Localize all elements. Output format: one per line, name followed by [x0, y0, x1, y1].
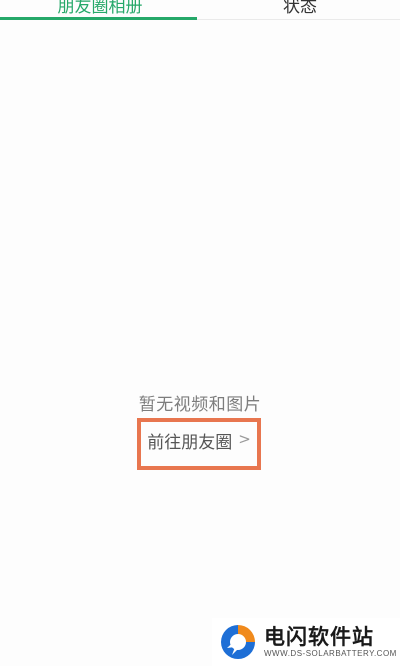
go-to-moments-link[interactable]: 前往朋友圈 >	[137, 418, 261, 470]
chevron-right-icon: >	[238, 430, 251, 448]
empty-state-message: 暂无视频和图片	[138, 395, 262, 415]
watermark-logo-icon	[221, 625, 255, 659]
watermark-title: 电闪软件站	[264, 625, 374, 649]
active-tab-indicator	[0, 17, 197, 20]
tab-status-label: 状态	[283, 0, 317, 17]
site-watermark: 电闪软件站 WWW.DS-SOLARBATTERY.COM	[212, 618, 400, 666]
screen: 朋友圈相册 状态 暂无视频和图片 前往朋友圈 > 电闪软件站 WWW.DS-SO…	[0, 0, 400, 666]
tab-moments-album-label: 朋友圈相册	[57, 0, 143, 17]
go-to-moments-label: 前往朋友圈	[147, 433, 233, 453]
tab-divider	[197, 19, 400, 20]
watermark-subtitle: WWW.DS-SOLARBATTERY.COM	[264, 649, 397, 658]
tab-status[interactable]: 状态	[200, 0, 400, 20]
